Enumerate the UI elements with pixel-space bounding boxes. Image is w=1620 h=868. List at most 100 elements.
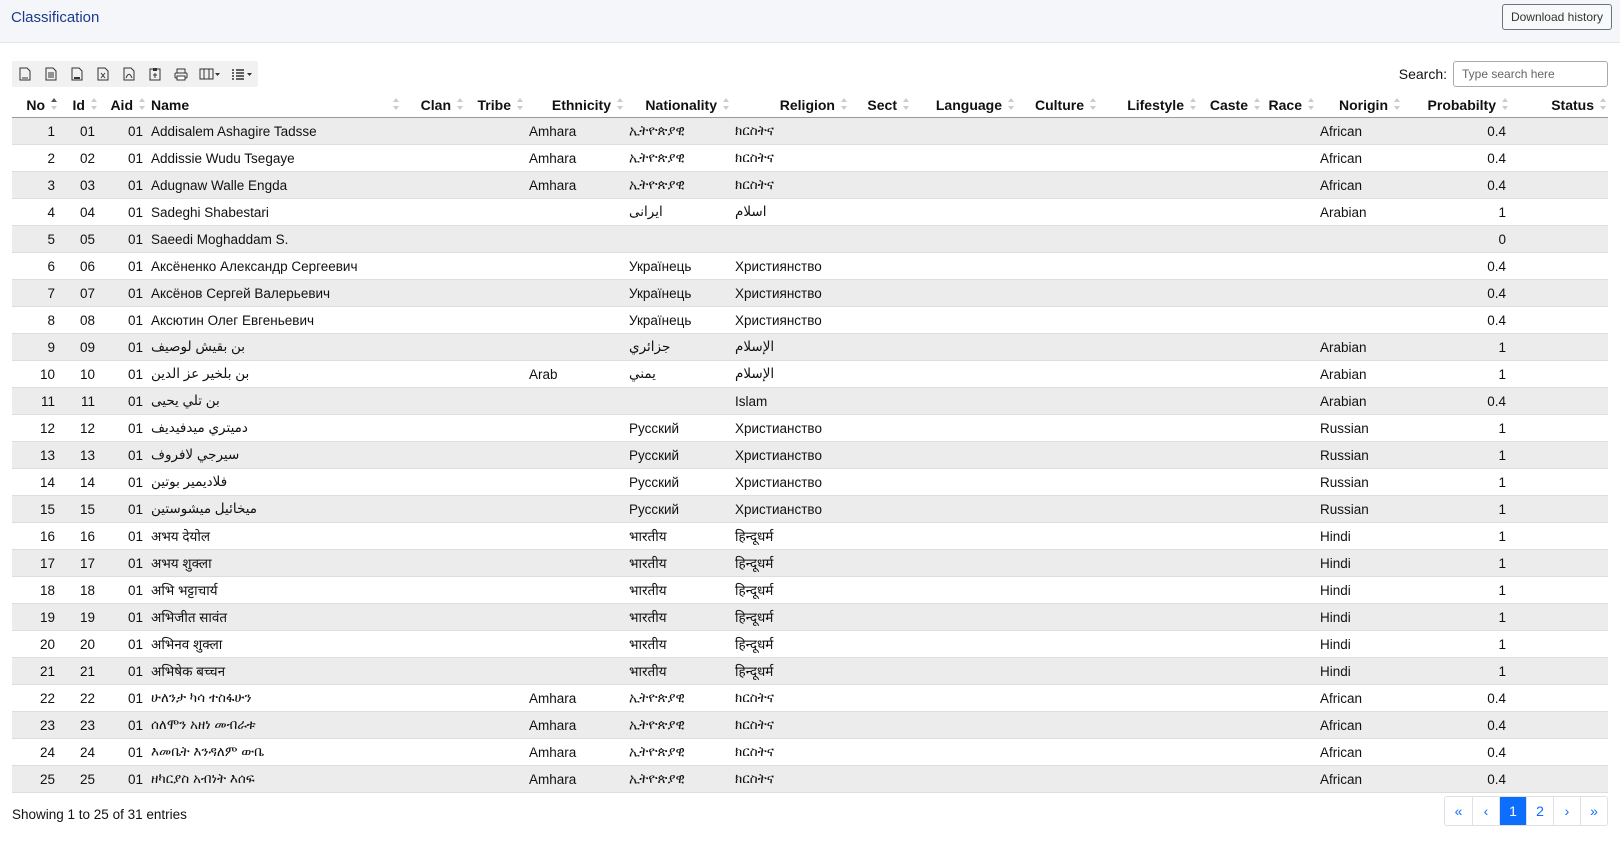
table-row[interactable]: 16 16 01 अभय देयोल भारतीय हिन्दूधर्म Hindi 1 xyxy=(12,522,1608,550)
cell-culture xyxy=(1016,468,1098,496)
table-row[interactable]: 13 13 01 سيرجي لافروف Русский Христианство Rus… xyxy=(12,441,1608,469)
column-header-race[interactable]: Race xyxy=(1262,92,1316,118)
table-row[interactable]: 17 17 01 अभय शुक्ला भारतीय हिन्दूधर्म Hindi 1 xyxy=(12,549,1608,577)
pdf-export-icon[interactable] xyxy=(64,61,90,87)
column-header-clan[interactable]: Clan xyxy=(401,92,465,118)
cell-no: 14 xyxy=(12,468,59,496)
cell-language xyxy=(911,630,1016,658)
cell-culture xyxy=(1016,441,1098,469)
table-row[interactable]: 22 22 01 ሁለንታ ካሳ ተስፋሁን Amhara ኢትዮጵያዊ ክርስትና Afri… xyxy=(12,684,1608,712)
cell-no: 13 xyxy=(12,441,59,469)
cell-sect xyxy=(849,522,911,550)
print-icon[interactable] xyxy=(168,61,194,87)
cell-religion: हिन्दूधर्म xyxy=(731,630,849,658)
cell-clan xyxy=(401,414,465,442)
cell-culture xyxy=(1016,549,1098,577)
column-header-id[interactable]: Id xyxy=(59,92,99,118)
cell-status xyxy=(1510,738,1608,766)
cell-culture xyxy=(1016,576,1098,604)
cell-lifestyle xyxy=(1098,738,1198,766)
cell-ethnicity: Amhara xyxy=(525,144,625,172)
column-header-probabilty[interactable]: Probabilty xyxy=(1402,92,1510,118)
cell-name: अभि भट्टाचार्य xyxy=(147,576,401,604)
excel-export-icon[interactable] xyxy=(90,61,116,87)
last-page-button[interactable]: » xyxy=(1580,797,1607,825)
table-row[interactable]: 23 23 01 ሰለሞን አዘነ መብራቱ Amhara ኢትዮጵያዊ ክርስትና Afri… xyxy=(12,711,1608,739)
column-header-norigin[interactable]: Norigin xyxy=(1316,92,1402,118)
cell-id: 03 xyxy=(59,171,99,199)
search-input[interactable] xyxy=(1453,61,1608,87)
next-page-button[interactable]: › xyxy=(1553,797,1580,825)
table-row[interactable]: 5 05 01 Saeedi Moghaddam S. 0 xyxy=(12,225,1608,253)
table-row[interactable]: 24 24 01 እመቤት እንዳለም ውቤ Amhara ኢትዮጵያዊ ክርስትና Afri… xyxy=(12,738,1608,766)
cell-id: 01 xyxy=(59,117,99,145)
column-header-lifestyle[interactable]: Lifestyle xyxy=(1098,92,1198,118)
cell-aid: 01 xyxy=(99,468,147,496)
column-header-aid[interactable]: Aid xyxy=(99,92,147,118)
table-row[interactable]: 1 01 01 Addisalem Ashagire Tadsse Amhara ኢትዮጵ… xyxy=(12,117,1608,145)
column-header-no[interactable]: No xyxy=(12,92,59,118)
table-row[interactable]: 2 02 01 Addissie Wudu Tsegaye Amhara ኢትዮጵያዊ ክር… xyxy=(12,144,1608,172)
column-header-religion[interactable]: Religion xyxy=(731,92,849,118)
cell-caste xyxy=(1198,198,1262,226)
table-row[interactable]: 12 12 01 دميتري ميدفيديف Русский Христианство… xyxy=(12,414,1608,442)
table-row[interactable]: 8 08 01 Аксютин Олег Евгеньевич Українець Хри… xyxy=(12,306,1608,334)
table-row[interactable]: 15 15 01 ميخائيل ميشوستين Русский Христианств… xyxy=(12,495,1608,523)
page-length-icon[interactable] xyxy=(226,61,258,87)
csv-export-icon[interactable] xyxy=(12,61,38,87)
export-toolbar xyxy=(12,61,258,87)
cell-clan xyxy=(401,468,465,496)
table-row[interactable]: 7 07 01 Аксёнов Сергей Валерьевич Українець Х… xyxy=(12,279,1608,307)
table-row[interactable]: 25 25 01 ዘካርያስ አብነት እሰፍ Amhara ኢትዮጵያዊ ክርስትና Afr… xyxy=(12,765,1608,793)
column-header-caste[interactable]: Caste xyxy=(1198,92,1262,118)
page-1-button[interactable]: 1 xyxy=(1499,797,1526,825)
cell-no: 18 xyxy=(12,576,59,604)
column-visibility-icon[interactable] xyxy=(194,61,226,87)
column-header-language[interactable]: Language xyxy=(911,92,1016,118)
table-row[interactable]: 6 06 01 Аксёненко Александр Сергеевич Україн… xyxy=(12,252,1608,280)
column-header-nationality[interactable]: Nationality xyxy=(625,92,731,118)
cell-nationality: भारतीय xyxy=(625,549,731,577)
cell-probabilty: 1 xyxy=(1402,414,1510,442)
table-row[interactable]: 9 09 01 بن بقيش لوصيف جزائري الإسلام Arabian 1 xyxy=(12,333,1608,361)
table-row[interactable]: 3 03 01 Adugnaw Walle Engda Amhara ኢትዮጵያዊ ክርስት… xyxy=(12,171,1608,199)
cell-probabilty: 0.4 xyxy=(1402,252,1510,280)
table-row[interactable]: 19 19 01 अभिजीत सावंत भारतीय हिन्दूधर्म Hindi 1 xyxy=(12,603,1608,631)
cell-caste xyxy=(1198,765,1262,793)
cell-language xyxy=(911,738,1016,766)
cell-religion: ክርስትና xyxy=(731,117,849,145)
page-2-button[interactable]: 2 xyxy=(1526,797,1553,825)
first-page-button[interactable]: « xyxy=(1445,797,1472,825)
cell-name: Addissie Wudu Tsegaye xyxy=(147,144,401,172)
column-header-culture[interactable]: Culture xyxy=(1016,92,1098,118)
sort-icon xyxy=(1502,98,1508,110)
cell-name: ዘካርያስ አብነት እሰፍ xyxy=(147,765,401,793)
cell-norigin: Hindi xyxy=(1316,549,1402,577)
column-header-ethnicity[interactable]: Ethnicity xyxy=(525,92,625,118)
table-row[interactable]: 4 04 01 Sadeghi Shabestari ایرانی اسلام Arabia… xyxy=(12,198,1608,226)
column-header-status[interactable]: Status xyxy=(1510,92,1608,118)
copy-icon[interactable] xyxy=(38,61,64,87)
cell-aid: 01 xyxy=(99,333,147,361)
cell-name: अभिजीत सावंत xyxy=(147,603,401,631)
cell-ethnicity: Amhara xyxy=(525,738,625,766)
column-header-tribe[interactable]: Tribe xyxy=(465,92,525,118)
cell-probabilty: 1 xyxy=(1402,468,1510,496)
table-row[interactable]: 10 10 01 بن بلخير عز الدين Arab يمني الإسلام Ar… xyxy=(12,360,1608,388)
previous-page-button[interactable]: ‹ xyxy=(1472,797,1499,825)
table-row[interactable]: 20 20 01 अभिनव शुक्ला भारतीय हिन्दूधर्म Hindi 1 xyxy=(12,630,1608,658)
column-header-sect[interactable]: Sect xyxy=(849,92,911,118)
cell-norigin: Hindi xyxy=(1316,603,1402,631)
cell-language xyxy=(911,441,1016,469)
cell-probabilty: 0.4 xyxy=(1402,765,1510,793)
table-row[interactable]: 21 21 01 अभिषेक बच्चन भारतीय हिन्दूधर्म Hindi 1 xyxy=(12,657,1608,685)
cell-nationality: भारतीय xyxy=(625,576,731,604)
column-header-name[interactable]: Name xyxy=(147,92,401,118)
download-history-button[interactable]: Download history xyxy=(1501,4,1612,30)
file-export-icon[interactable] xyxy=(116,61,142,87)
cell-caste xyxy=(1198,387,1262,415)
table-row[interactable]: 18 18 01 अभि भट्टाचार्य भारतीय हिन्दूधर्म Hind… xyxy=(12,576,1608,604)
table-row[interactable]: 11 11 01 بن تلي يحيى Islam Arabian 0.4 xyxy=(12,387,1608,415)
table-row[interactable]: 14 14 01 فلاديمير بوتين Русский Христианство R… xyxy=(12,468,1608,496)
clipboard-icon[interactable] xyxy=(142,61,168,87)
